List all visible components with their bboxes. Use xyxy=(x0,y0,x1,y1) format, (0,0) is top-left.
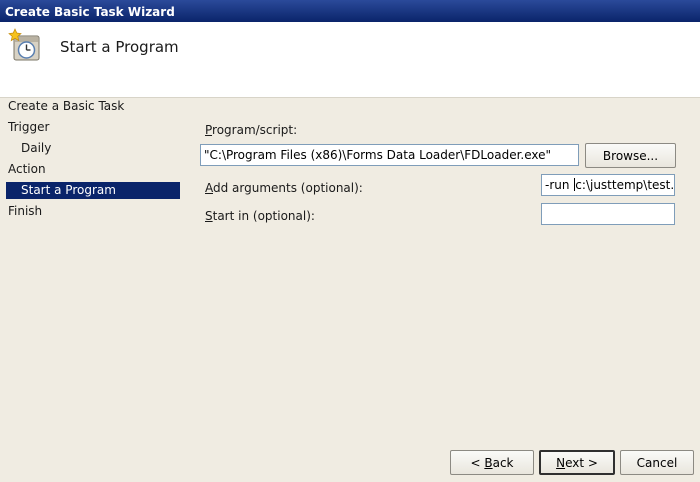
start-in-label-mnemonic: S xyxy=(205,209,213,223)
nav-step-create-basic-task[interactable]: Create a Basic Task xyxy=(8,98,124,115)
window-title: Create Basic Task Wizard xyxy=(5,5,175,19)
nav-step-finish[interactable]: Finish xyxy=(8,203,42,220)
cancel-button[interactable]: Cancel xyxy=(620,450,694,475)
start-in-label: Start in (optional): xyxy=(205,209,315,223)
add-arguments-value-end: c:\justtemp\test.dlf xyxy=(575,178,675,192)
add-arguments-label: Add arguments (optional): xyxy=(205,181,363,195)
title-bar: Create Basic Task Wizard xyxy=(0,0,700,22)
back-button[interactable]: < Back xyxy=(450,450,534,475)
nav-step-daily[interactable]: Daily xyxy=(21,140,51,157)
program-script-label-text: rogram/script: xyxy=(212,123,298,137)
back-button-prefix: < xyxy=(470,455,485,470)
wizard-header: Start a Program xyxy=(0,22,700,98)
nav-step-action[interactable]: Action xyxy=(8,161,46,178)
next-button-text: ext > xyxy=(565,455,598,470)
add-arguments-label-mnemonic: A xyxy=(205,181,213,195)
start-in-label-text: tart in (optional): xyxy=(212,209,315,223)
next-button[interactable]: Next > xyxy=(539,450,615,475)
program-script-input[interactable]: "C:\Program Files (x86)\Forms Data Loade… xyxy=(200,144,579,166)
back-button-text: ack xyxy=(492,455,514,470)
browse-button[interactable]: Browse... xyxy=(585,143,676,168)
add-arguments-value-start: -run xyxy=(545,178,574,192)
program-script-label: Program/script: xyxy=(205,123,297,137)
next-button-mnemonic: N xyxy=(556,455,566,470)
nav-step-start-a-program[interactable]: Start a Program xyxy=(6,182,180,199)
program-script-label-mnemonic: P xyxy=(205,123,213,137)
add-arguments-label-text: dd arguments (optional): xyxy=(213,181,363,195)
add-arguments-input[interactable]: -run c:\justtemp\test.dlf xyxy=(541,174,675,196)
back-button-mnemonic: B xyxy=(484,455,493,470)
task-clock-icon xyxy=(8,28,40,61)
start-in-input[interactable] xyxy=(541,203,675,225)
page-title: Start a Program xyxy=(60,38,179,56)
nav-step-trigger[interactable]: Trigger xyxy=(8,119,49,136)
